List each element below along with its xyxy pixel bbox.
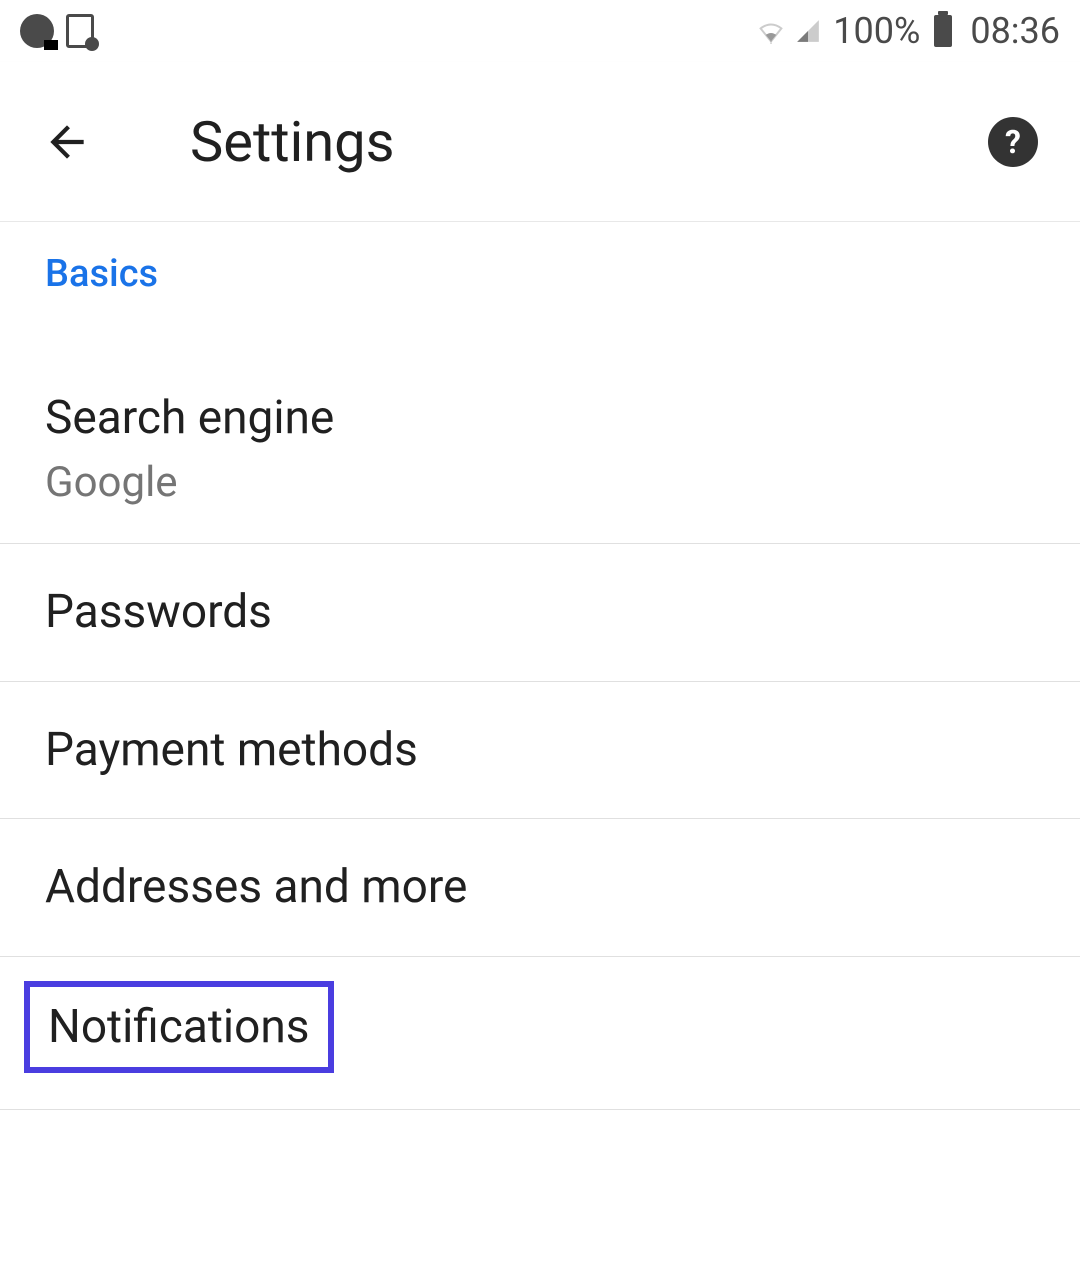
help-button[interactable]: ? (988, 117, 1038, 167)
status-right-icons: ↕ 100% 08:36 (755, 10, 1060, 52)
back-arrow-icon (42, 115, 92, 169)
notification-icon (20, 14, 54, 48)
wifi-icon: ↕ (755, 18, 787, 44)
list-item-payment-methods[interactable]: Payment methods (0, 682, 1080, 819)
list-item-title: Passwords (45, 580, 1035, 644)
status-left-icons (20, 14, 94, 48)
app-bar: Settings ? (0, 62, 1080, 222)
section-title-basics: Basics (45, 252, 1035, 296)
status-bar: ↕ 100% 08:36 (0, 0, 1080, 62)
page-title: Settings (190, 109, 988, 175)
section-header: Basics (0, 222, 1080, 316)
battery-icon (934, 15, 952, 47)
list-item-title: Addresses and more (45, 855, 1035, 919)
signal-icon (795, 18, 821, 44)
svg-text:↕: ↕ (770, 38, 773, 44)
back-button[interactable] (42, 117, 92, 167)
list-item-search-engine[interactable]: Search engine Google (0, 316, 1080, 544)
list-item-notifications[interactable]: Notifications (0, 957, 1080, 1110)
list-item-title: Payment methods (45, 718, 1035, 782)
battery-percent: 100% (833, 10, 920, 52)
list-item-subtitle: Google (45, 458, 1035, 507)
list-item-title: Notifications (48, 1000, 310, 1054)
list-item-title: Search engine (45, 386, 1035, 450)
notifications-highlight-box: Notifications (24, 981, 334, 1073)
list-item-addresses[interactable]: Addresses and more (0, 819, 1080, 956)
status-time: 08:36 (970, 10, 1060, 52)
settings-list: Search engine Google Passwords Payment m… (0, 316, 1080, 1110)
tablet-clock-icon (66, 14, 94, 48)
list-item-passwords[interactable]: Passwords (0, 544, 1080, 681)
